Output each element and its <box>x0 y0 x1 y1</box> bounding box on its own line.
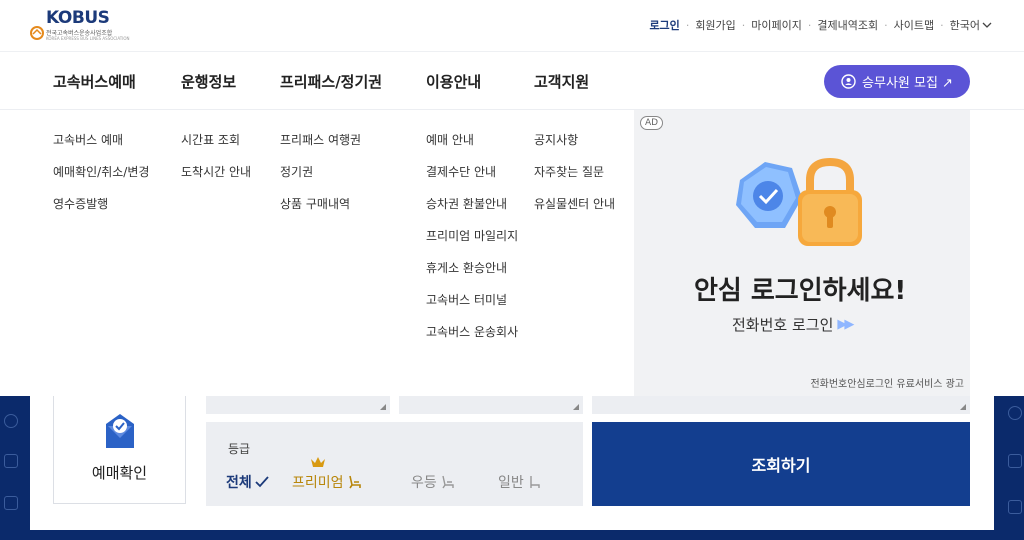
shield-lock-icon <box>736 157 862 246</box>
ad-badge: AD <box>640 116 664 130</box>
menu-item[interactable]: 승차권 환불안내 <box>426 196 518 212</box>
departure-select[interactable] <box>206 396 390 414</box>
reservation-check-label: 예매확인 <box>91 464 148 482</box>
seat-icon <box>442 475 454 489</box>
crown-icon <box>311 457 325 467</box>
nav-operation-info[interactable]: 운행정보 <box>181 71 236 92</box>
compass-icon <box>4 414 18 428</box>
language-label: 한국어 <box>949 19 980 32</box>
arrival-select[interactable] <box>399 396 583 414</box>
menu-item[interactable]: 시간표 조회 <box>181 132 251 148</box>
dropdown-arrow-icon <box>380 404 386 410</box>
grade-label: 등급 <box>228 442 251 456</box>
menu-item[interactable]: 공지사항 <box>534 132 615 148</box>
logo-mark-icon <box>30 26 44 40</box>
logo-subtitle-en: KOREA EXPRESS BUS LINES ASSOCIATION <box>46 36 130 41</box>
recruit-button[interactable]: 승무사원 모집 ↗ <box>824 65 970 98</box>
mega-dropdown: 고속버스 예매 예매확인/취소/변경 영수증발행 시간표 조회 도착시간 안내 … <box>0 110 634 396</box>
util-separator: · <box>685 18 690 32</box>
ad-banner[interactable]: AD 안심 로그인하세요! 전화번호 로그인 ▶▶ 전화번호안심로그인 유료서비… <box>634 110 970 396</box>
nav-usage-guide[interactable]: 이용안내 <box>426 71 481 92</box>
menu-item[interactable]: 프리미엄 마일리지 <box>426 228 518 244</box>
grade-option-all[interactable]: 전체 <box>226 472 269 492</box>
grade-option-premium[interactable]: 프리미엄 <box>292 472 363 492</box>
grade-option-all-label: 전체 <box>226 475 252 491</box>
menu-item[interactable]: 휴게소 환승안내 <box>426 260 518 276</box>
dropdown-col-freepass: 프리패스 여행권 정기권 상품 구매내역 <box>280 132 361 212</box>
bus-icon <box>1008 454 1022 468</box>
grade-selector: 등급 전체 프리미엄 우등 일반 <box>206 422 583 506</box>
ad-subtitle: 전화번호 로그인 ▶▶ <box>732 314 854 335</box>
util-separator: · <box>884 18 888 32</box>
menu-item[interactable]: 유실물센터 안내 <box>534 196 615 212</box>
reservation-check-button[interactable]: 예매확인 <box>53 396 186 504</box>
date-select[interactable] <box>592 396 970 414</box>
grade-option-general[interactable]: 일반 <box>498 472 543 492</box>
util-separator: · <box>940 18 944 32</box>
menu-item[interactable]: 영수증발행 <box>53 196 149 212</box>
person-icon <box>841 74 856 89</box>
top-utility-bar: KOBUS 전국고속버스운송사업조합 KOREA EXPRESS BUS LIN… <box>0 0 1024 52</box>
dropdown-col-guide: 예매 안내 결제수단 안내 승차권 환불안내 프리미엄 마일리지 휴게소 환승안… <box>426 132 518 340</box>
compass-icon <box>1008 406 1022 420</box>
menu-item[interactable]: 프리패스 여행권 <box>280 132 361 148</box>
menu-item[interactable]: 예매 안내 <box>426 132 518 148</box>
menu-item[interactable]: 결제수단 안내 <box>426 164 518 180</box>
seat-icon <box>348 475 361 489</box>
menu-item[interactable]: 고속버스 예매 <box>53 132 149 148</box>
util-payment-history-link[interactable]: 결제내역조회 <box>817 17 878 33</box>
util-signup-link[interactable]: 회원가입 <box>695 17 735 33</box>
bus-icon <box>4 496 18 510</box>
ticket-envelope-icon <box>106 414 134 448</box>
menu-item[interactable]: 도착시간 안내 <box>181 164 251 180</box>
bus-icon <box>4 454 18 468</box>
seat-icon <box>530 476 540 488</box>
search-button-label: 조회하기 <box>751 456 811 475</box>
dropdown-col-operation: 시간표 조회 도착시간 안내 <box>181 132 251 180</box>
dropdown-arrow-icon <box>573 404 579 410</box>
recruit-label: 승무사원 모집 ↗ <box>862 76 953 91</box>
ad-footer: 전화번호안심로그인 유료서비스 광고 <box>810 379 964 390</box>
ad-title: 안심 로그인하세요! <box>694 276 907 306</box>
nav-bus-booking[interactable]: 고속버스예매 <box>53 71 136 92</box>
checkmark-icon <box>255 476 269 488</box>
util-login-link[interactable]: 로그인 <box>649 17 679 33</box>
menu-item[interactable]: 정기권 <box>280 164 361 180</box>
menu-item[interactable]: 상품 구매내역 <box>280 196 361 212</box>
menu-item[interactable]: 자주찾는 질문 <box>534 164 615 180</box>
nav-customer-support[interactable]: 고객지원 <box>534 71 589 92</box>
util-separator: · <box>741 18 746 32</box>
chevron-right-icon: ▶▶ <box>837 317 854 332</box>
menu-item[interactable]: 예매확인/취소/변경 <box>53 164 149 180</box>
search-button[interactable]: 조회하기 <box>592 422 970 506</box>
dropdown-col-booking: 고속버스 예매 예매확인/취소/변경 영수증발행 <box>53 132 149 212</box>
bus-icon <box>1008 500 1022 514</box>
util-separator: · <box>807 18 812 32</box>
language-select[interactable]: 한국어 <box>950 17 992 33</box>
kobus-logo[interactable]: KOBUS 전국고속버스운송사업조합 KOREA EXPRESS BUS LIN… <box>30 8 140 42</box>
menu-item[interactable]: 고속버스 터미널 <box>426 292 518 308</box>
nav-freepass[interactable]: 프리패스/정기권 <box>280 71 382 92</box>
utility-nav: 로그인 · 회원가입 · 마이페이지 · 결제내역조회 · 사이트맵 · 한국어 <box>649 17 992 33</box>
main-nav: 고속버스예매 운행정보 프리패스/정기권 이용안내 고객지원 승무사원 모집 ↗ <box>0 53 1024 110</box>
grade-option-general-label: 일반 <box>498 475 524 491</box>
menu-item[interactable]: 고속버스 운송회사 <box>426 324 518 340</box>
logo-brand-text: KOBUS <box>46 8 110 28</box>
ad-subtitle-text: 전화번호 로그인 <box>732 316 834 334</box>
chevron-down-icon <box>982 22 992 28</box>
grade-option-deluxe[interactable]: 우등 <box>411 472 456 492</box>
dropdown-arrow-icon <box>960 404 966 410</box>
grade-option-deluxe-label: 우등 <box>411 475 437 491</box>
util-mypage-link[interactable]: 마이페이지 <box>751 17 802 33</box>
dropdown-col-support: 공지사항 자주찾는 질문 유실물센터 안내 <box>534 132 615 212</box>
grade-option-premium-label: 프리미엄 <box>292 475 344 491</box>
util-sitemap-link[interactable]: 사이트맵 <box>894 17 934 33</box>
